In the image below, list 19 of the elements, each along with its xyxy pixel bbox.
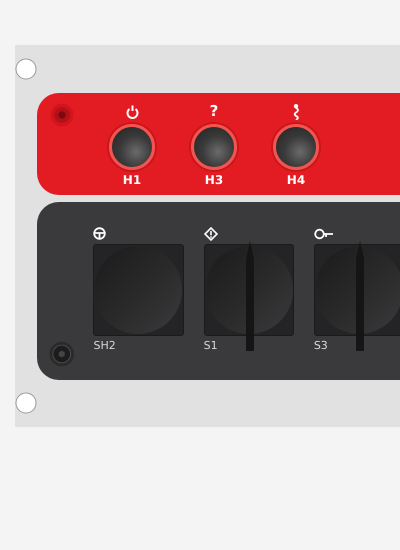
button-label: H4 [286,174,306,187]
bolt-icon [50,103,74,127]
warning-diamond-icon [204,226,218,240]
steering-wheel-icon [93,227,106,240]
switch-label: S1 [204,339,218,352]
button-label: H1 [122,174,142,187]
squiggle-icon [292,104,300,120]
push-button[interactable] [109,124,155,170]
push-button[interactable] [191,124,237,170]
key-icon [314,228,334,240]
screw-icon [15,392,37,414]
button-label: H3 [204,174,224,187]
power-icon [126,104,138,118]
switch-label: S3 [314,339,328,352]
push-button[interactable] [273,124,319,170]
switch-label: SH2 [93,339,116,352]
question-mark: ? [210,103,218,120]
bolt-icon [49,341,74,367]
screw-icon [15,58,37,80]
